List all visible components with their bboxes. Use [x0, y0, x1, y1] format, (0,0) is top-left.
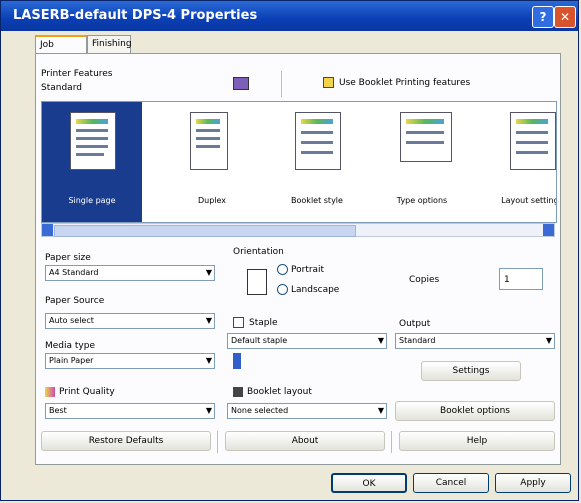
paper-source-value: Auto select [49, 316, 94, 325]
booklet-select[interactable]: None selected ▼ [227, 403, 387, 419]
scroll-right-arrow-icon[interactable] [543, 224, 554, 236]
print-quality-value: Best [49, 406, 67, 415]
title-bar[interactable]: LASERB-default DPS-4 Properties ? ✕ [1, 1, 578, 31]
gallery-scrollbar[interactable] [41, 223, 555, 237]
paper-size-value: A4 Standard [49, 268, 99, 277]
close-button[interactable]: ✕ [554, 6, 576, 28]
help-panel-button[interactable]: Help [399, 431, 555, 451]
booklet-icon [233, 387, 243, 397]
print-quality-select[interactable]: Best ▼ [45, 403, 215, 419]
tab-job-options[interactable]: Job Options [35, 35, 87, 67]
cancel-button[interactable]: Cancel [413, 473, 489, 493]
tab-finishing[interactable]: Finishing [87, 35, 132, 53]
output-select[interactable]: Standard ▼ [395, 333, 555, 349]
bottom-separator [217, 431, 218, 453]
gallery-caption: Single page [68, 196, 116, 205]
layout-gallery: Single page Duplex Booklet style Type op… [41, 101, 557, 223]
chevron-down-icon: ▼ [377, 406, 384, 415]
landscape-label: Landscape [291, 285, 340, 295]
bottom-separator [391, 431, 392, 453]
apply-button[interactable]: Apply [495, 473, 571, 493]
restore-defaults-button[interactable]: Restore Defaults [41, 431, 211, 451]
gallery-item[interactable]: Booklet style [267, 102, 367, 222]
output-label: Output [399, 319, 431, 329]
staple-icon [233, 353, 241, 369]
page-thumbnail [295, 112, 341, 170]
page-thumbnail [70, 112, 116, 170]
chevron-down-icon: ▼ [205, 316, 212, 325]
portrait-radio[interactable] [277, 264, 288, 275]
gallery-item[interactable]: Type options [372, 102, 472, 222]
print-quality-icon [45, 387, 55, 397]
gallery-caption: Type options [396, 196, 448, 205]
orientation-label: Orientation [233, 247, 284, 257]
landscape-radio[interactable] [277, 284, 288, 295]
staple-select[interactable]: Default staple ▼ [227, 333, 387, 349]
booklet-features-label: Use Booklet Printing features [339, 78, 471, 88]
ok-button[interactable]: OK [331, 473, 407, 493]
properties-dialog: LASERB-default DPS-4 Properties ? ✕ Job … [0, 0, 579, 501]
features-label: Printer Features [41, 69, 113, 79]
staple-label: Staple [249, 318, 278, 328]
print-quality-label: Print Quality [59, 387, 115, 397]
paper-source-label: Paper Source [45, 296, 105, 306]
window-title: LASERB-default DPS-4 Properties [13, 8, 258, 23]
staple-checkbox[interactable] [233, 317, 244, 328]
scroll-thumb[interactable] [54, 225, 356, 237]
booklet-features-checkbox[interactable] [323, 77, 334, 88]
media-type-value: Plain Paper [49, 356, 94, 365]
output-value: Standard [399, 336, 436, 345]
chevron-down-icon: ▼ [377, 336, 384, 345]
staple-value: Default staple [231, 336, 288, 345]
gallery-caption: Layout settings [501, 196, 557, 205]
chevron-down-icon: ▼ [205, 406, 212, 415]
booklet-value: None selected [231, 406, 289, 415]
features-sublabel: Standard [41, 83, 82, 93]
orientation-page-icon [247, 269, 267, 295]
printer-icon[interactable] [233, 77, 249, 90]
settings-button[interactable]: Settings [421, 361, 521, 381]
page-thumbnail [190, 112, 228, 170]
gallery-item[interactable]: Layout settings [482, 102, 557, 222]
page-thumbnail [510, 112, 556, 170]
gallery-item[interactable]: Single page [42, 102, 142, 222]
toolbar-separator [281, 71, 282, 97]
portrait-label: Portrait [291, 265, 325, 275]
booklet-options-button[interactable]: Booklet options [395, 401, 555, 421]
copies-label: Copies [409, 275, 440, 285]
chevron-down-icon: ▼ [205, 268, 212, 277]
media-type-select[interactable]: Plain Paper ▼ [45, 353, 215, 369]
gallery-caption: Duplex [197, 196, 227, 205]
copies-value: 1 [504, 275, 510, 285]
paper-source-select[interactable]: Auto select ▼ [45, 313, 215, 329]
paper-size-label: Paper size [45, 253, 91, 263]
chevron-down-icon: ▼ [545, 336, 552, 345]
booklet-label: Booklet layout [247, 387, 312, 397]
chevron-down-icon: ▼ [205, 356, 212, 365]
page-thumbnail [400, 112, 452, 162]
about-button[interactable]: About [225, 431, 385, 451]
media-type-label: Media type [45, 341, 95, 351]
paper-size-select[interactable]: A4 Standard ▼ [45, 265, 215, 281]
help-button[interactable]: ? [532, 6, 554, 28]
gallery-caption: Booklet style [291, 196, 343, 205]
copies-stepper[interactable]: 1 [499, 268, 543, 290]
gallery-item[interactable]: Duplex [162, 102, 262, 222]
scroll-left-arrow-icon[interactable] [42, 224, 53, 236]
